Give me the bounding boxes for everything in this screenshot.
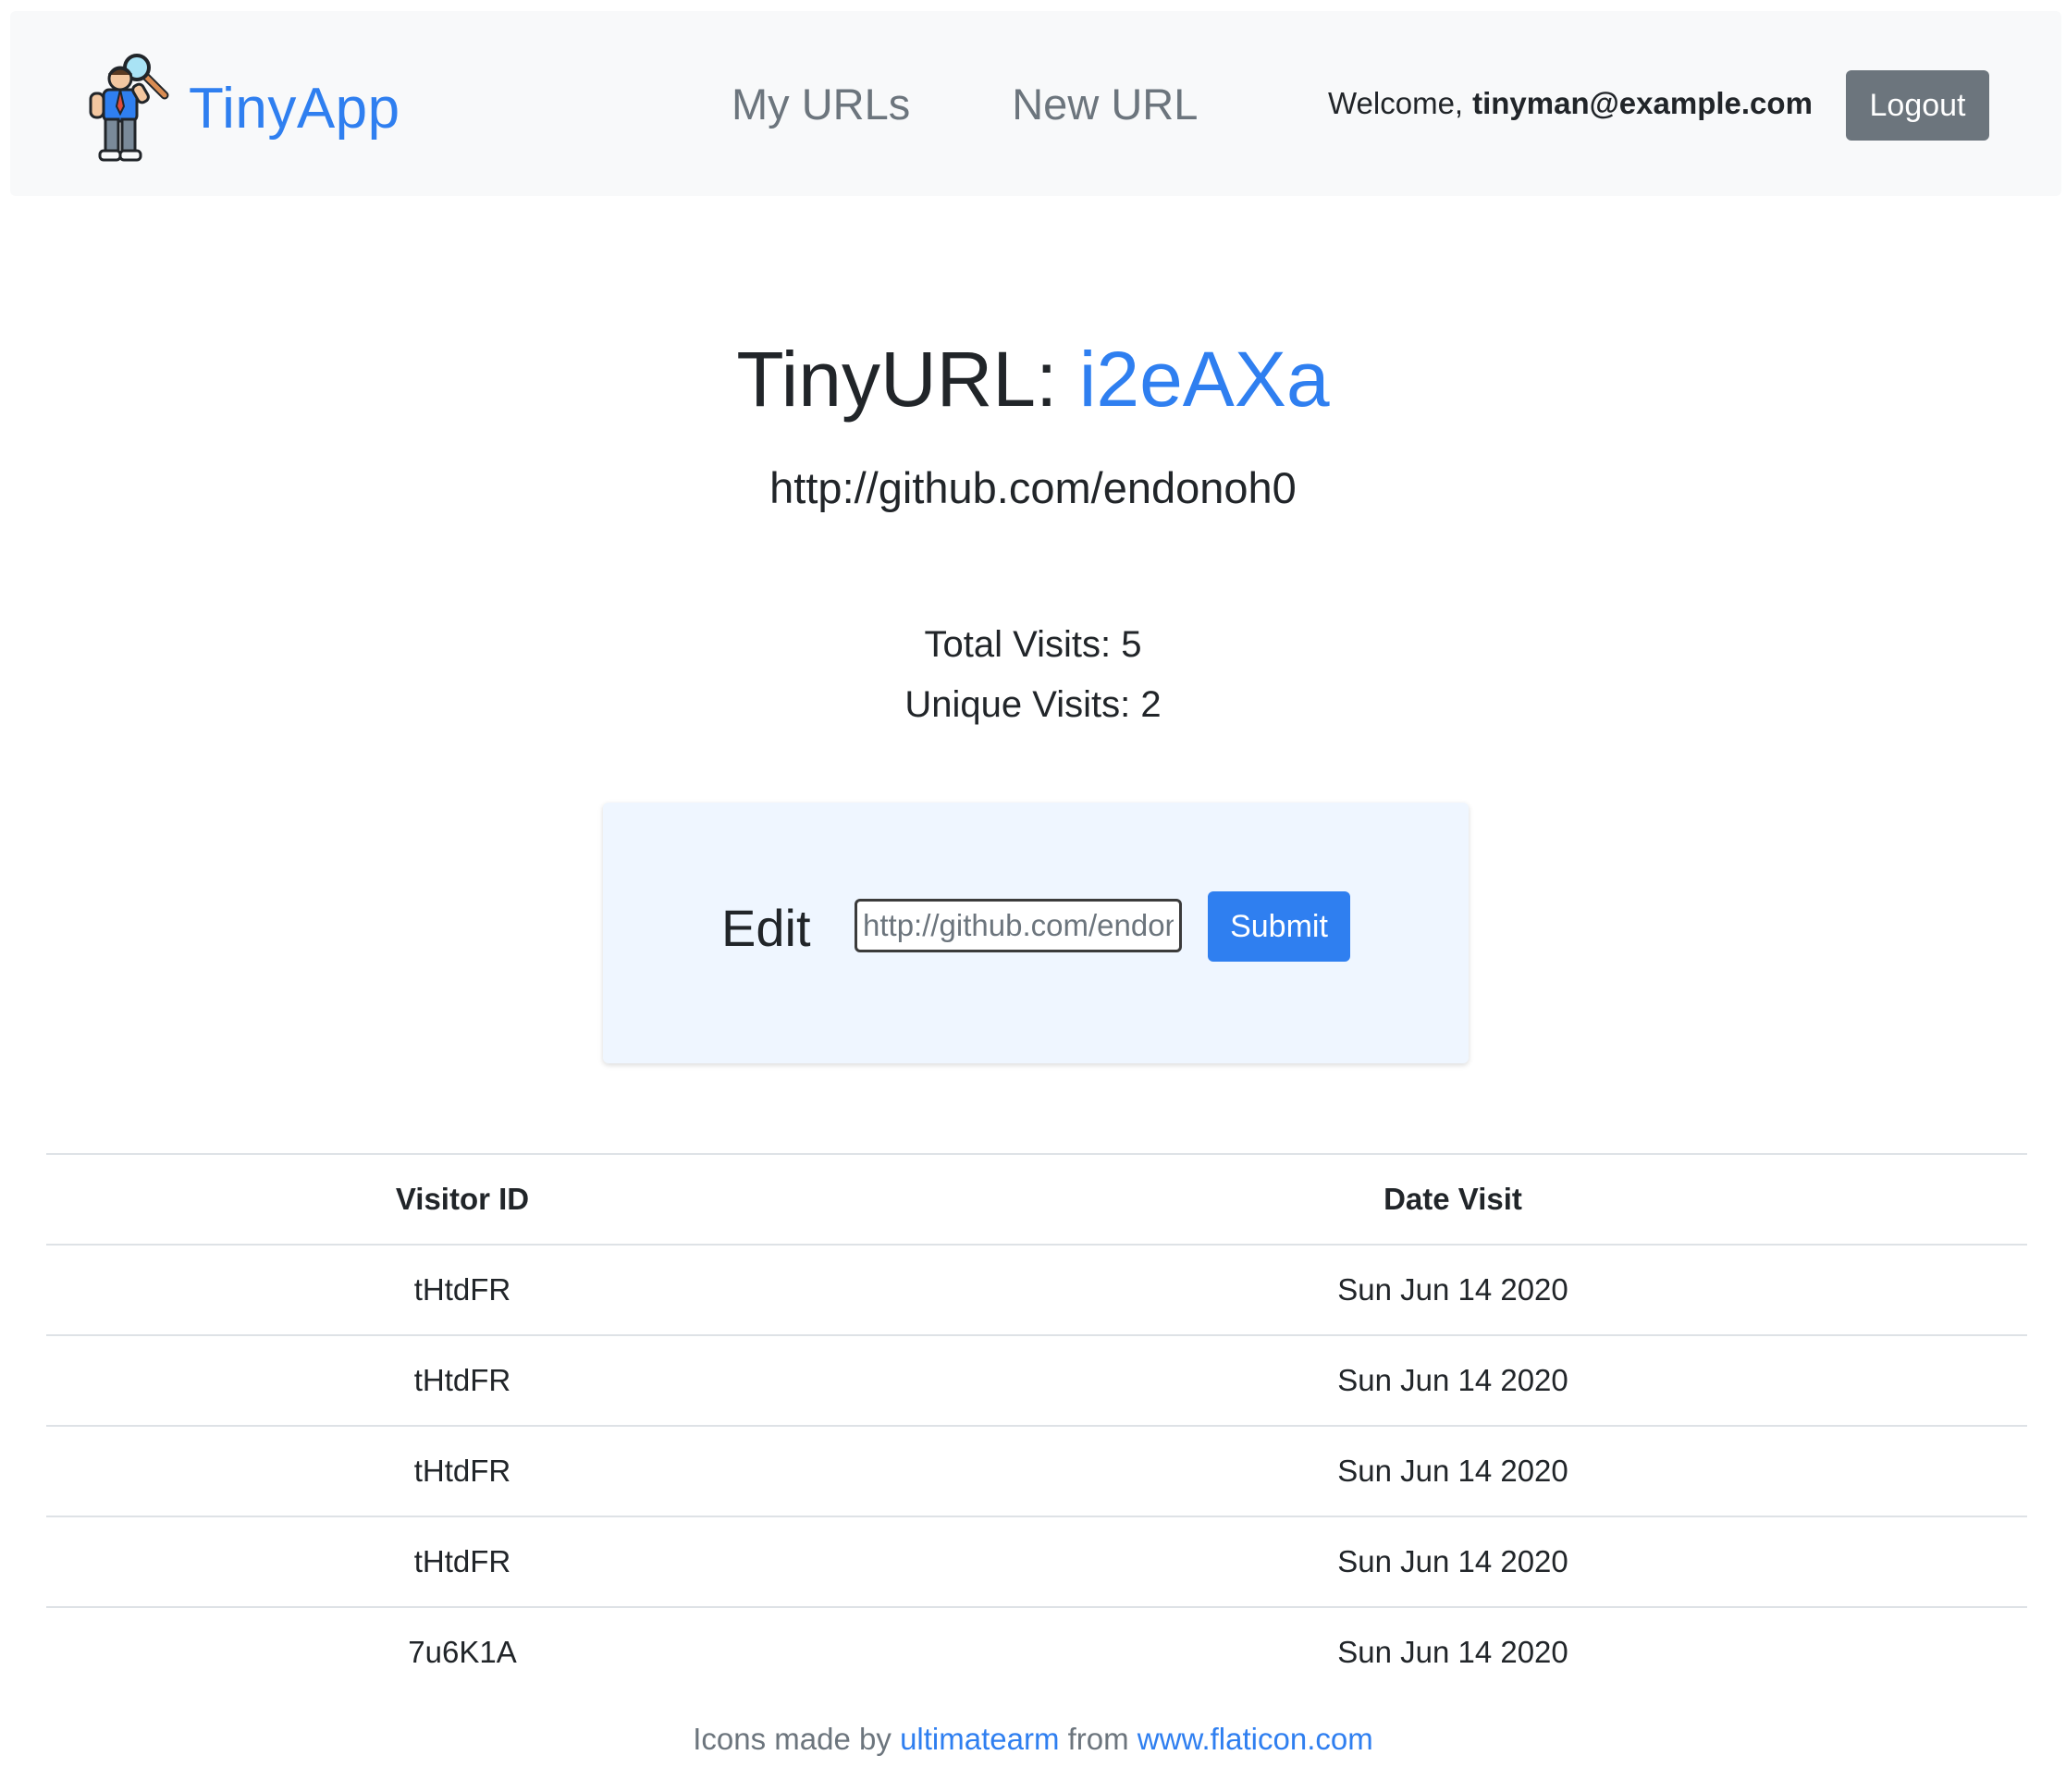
total-visits: Total Visits: 5 [924,624,1142,665]
page: TinyApp My URLs New URL Welcome, tinyman… [0,0,2066,1792]
table-row: tHtdFR Sun Jun 14 2020 [46,1516,2027,1607]
welcome-prefix: Welcome, [1328,86,1464,120]
long-url: http://github.com/endonoh0 [769,463,1297,512]
header-date-visit: Date Visit [879,1153,2027,1246]
date-visit-cell: Sun Jun 14 2020 [879,1244,2027,1335]
navbar: TinyApp My URLs New URL Welcome, tinyman… [10,11,2061,196]
table-row: 7u6K1A Sun Jun 14 2020 [46,1606,2027,1697]
footer-attribution: Icons made by ultimatearm from www.flati… [0,1722,2066,1757]
nav-new-url[interactable]: New URL [1012,79,1198,129]
brand-name: TinyApp [189,76,400,141]
visits-table: Visitor ID Date Visit tHtdFR Sun Jun 14 … [46,1153,2027,1697]
nav-links: My URLs New URL [732,11,1299,196]
short-url-link[interactable]: i2eAXa [1079,336,1330,423]
table-row: tHtdFR Sun Jun 14 2020 [46,1425,2027,1516]
visitor-id-cell: tHtdFR [46,1425,879,1516]
detective-icon [89,54,169,162]
date-visit-cell: Sun Jun 14 2020 [879,1606,2027,1697]
author-link[interactable]: ultimatearm [900,1722,1059,1756]
visitor-id-cell: tHtdFR [46,1244,879,1335]
date-visit-cell: Sun Jun 14 2020 [879,1334,2027,1426]
table-row: tHtdFR Sun Jun 14 2020 [46,1244,2027,1335]
edit-label: Edit [721,899,811,957]
page-title: TinyURL: i2eAXa [0,335,2066,424]
table-row: tHtdFR Sun Jun 14 2020 [46,1334,2027,1426]
title-prefix: TinyURL: [736,336,1058,423]
logout-button[interactable]: Logout [1846,70,1989,141]
welcome-message: Welcome, tinyman@example.com [1328,11,1813,196]
brand-link[interactable]: TinyApp [80,48,400,168]
header-visitor-id: Visitor ID [46,1153,879,1246]
flaticon-link[interactable]: www.flaticon.com [1138,1722,1373,1756]
footer-prefix: Icons made by [693,1722,892,1756]
edit-card: Edit Submit [603,803,1469,1063]
date-visit-cell: Sun Jun 14 2020 [879,1425,2027,1516]
nav-my-urls[interactable]: My URLs [732,79,910,129]
visitor-id-cell: tHtdFR [46,1516,879,1607]
visitor-id-cell: tHtdFR [46,1334,879,1426]
table-header-row: Visitor ID Date Visit [46,1153,2027,1246]
long-url-input[interactable] [855,899,1182,952]
visitor-id-cell: 7u6K1A [46,1606,879,1697]
date-visit-cell: Sun Jun 14 2020 [879,1516,2027,1607]
footer-middle: from [1067,1722,1129,1756]
unique-visits: Unique Visits: 2 [904,684,1162,725]
submit-button[interactable]: Submit [1208,891,1350,962]
user-email: tinyman@example.com [1472,86,1813,120]
